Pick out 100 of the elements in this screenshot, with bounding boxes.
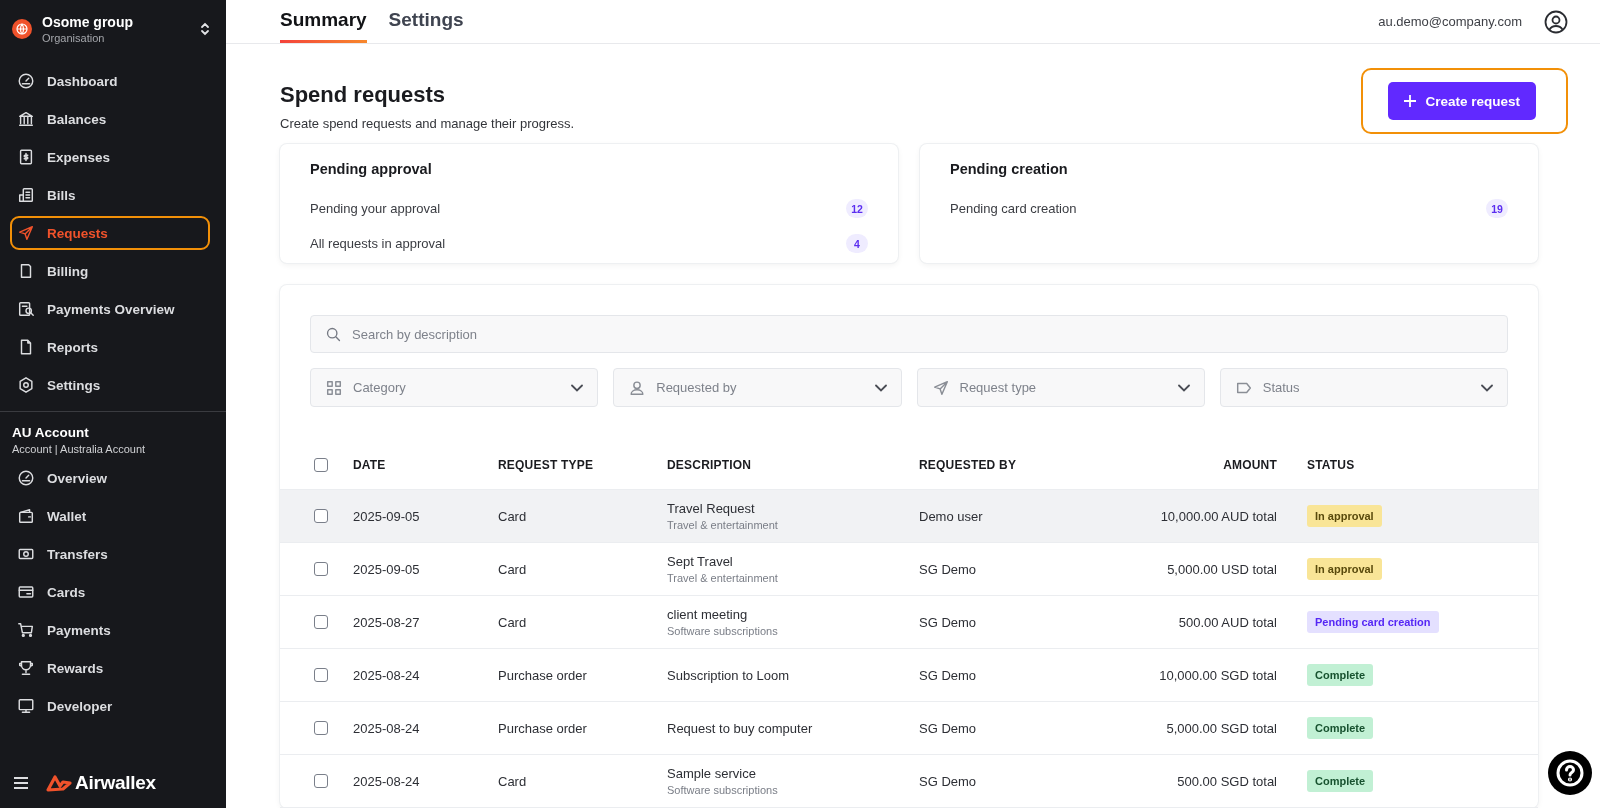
chevron-down-icon — [1481, 383, 1493, 392]
sidebar-item[interactable]: Developer — [10, 689, 210, 723]
filter-input[interactable]: Request type — [959, 369, 1168, 406]
row-checkbox[interactable] — [314, 721, 328, 735]
type-cell-text: Card — [498, 614, 528, 630]
filter-dropdown[interactable]: Requested by — [613, 368, 902, 407]
amount-cell-text: 5,000.00 SGD total — [1165, 720, 1277, 736]
requester-cell-text: Demo user — [919, 508, 984, 524]
requester-cell-text: SG Demo — [919, 561, 978, 577]
count-badge: 4 — [846, 234, 868, 253]
date-cell-text: 2025-08-27 — [353, 614, 421, 630]
count-badge: 12 — [846, 199, 868, 218]
plus-icon — [1404, 95, 1417, 107]
filter-input[interactable]: Category — [353, 369, 562, 406]
row-checkbox[interactable] — [314, 774, 328, 788]
table-row[interactable]: 2025-08-24 Purchase order Request to buy computer SG Demo 5,000.00 SGD total Complete — [280, 702, 1538, 755]
column-header: STATUS — [1307, 457, 1355, 472]
column-header: AMOUNT — [1223, 457, 1277, 472]
report-search-icon — [17, 300, 35, 318]
monitor-icon — [17, 697, 35, 715]
document-icon — [17, 186, 35, 204]
row-checkbox[interactable] — [314, 562, 328, 576]
sidebar-item[interactable]: Balances — [10, 102, 210, 136]
filter-dropdown[interactable]: Request type — [916, 368, 1205, 407]
sidebar-item[interactable]: Reports — [10, 330, 210, 364]
filter-input[interactable]: Requested by — [656, 369, 865, 406]
amount-cell-text: 500.00 SGD total — [1176, 773, 1277, 789]
paper-plane-icon — [17, 224, 35, 242]
column-header: REQUESTED BY — [919, 457, 1017, 472]
sidebar-item[interactable]: Settings — [10, 368, 210, 402]
column-header: DATE — [353, 457, 386, 472]
requester-cell-text: SG Demo — [919, 720, 978, 736]
sidebar-item[interactable]: Requests — [10, 216, 210, 250]
date-cell-text: 2025-08-24 — [353, 720, 421, 736]
type-cell-text: Purchase order — [498, 720, 588, 736]
user-avatar-icon[interactable] — [1544, 9, 1568, 34]
description-cell-text: Sept Travel — [667, 554, 734, 569]
row-checkbox[interactable] — [314, 668, 328, 682]
sidebar-item[interactable]: Overview — [10, 461, 210, 495]
type-cell-text: Card — [498, 773, 528, 789]
summary-label[interactable]: Pending card creation — [950, 201, 1077, 216]
row-checkbox[interactable] — [314, 509, 328, 523]
table-row[interactable]: 2025-08-24 Card Sample service Software subscriptions SG Demo 500.00 SGD total Complete — [280, 755, 1538, 808]
category-label: Travel & entertainment — [667, 519, 779, 531]
card-icon — [17, 583, 35, 601]
chevron-down-icon — [874, 383, 887, 392]
trophy-icon — [17, 659, 35, 677]
description-cell-text: Travel Request — [667, 501, 756, 516]
sidebar-item[interactable]: Cards — [10, 575, 210, 609]
sidebar-item[interactable]: Wallet — [10, 499, 210, 533]
status-badge: Complete — [1307, 770, 1374, 792]
search-icon — [325, 325, 342, 343]
table-row[interactable]: 2025-08-24 Purchase order Subscription to Loom SG Demo 10,000.00 SGD total Complete — [280, 649, 1538, 702]
amount-cell-text: 10,000.00 SGD total — [1158, 667, 1277, 683]
type-cell-text: Purchase order — [498, 667, 588, 683]
status-badge: Complete — [1307, 664, 1374, 686]
sidebar-item[interactable]: Expenses — [10, 140, 210, 174]
help-button[interactable] — [1548, 751, 1592, 795]
create-request-button[interactable]: Create request — [1388, 82, 1536, 120]
table-row[interactable]: 2025-08-27 Card client meeting Software subscriptions SG Demo 500.00 AUD total Pending card creation — [280, 596, 1538, 649]
summary-label[interactable]: Pending your approval — [310, 201, 441, 216]
chevron-up-down-icon[interactable] — [200, 22, 210, 36]
table-row[interactable]: 2025-09-05 Card Sept Travel Travel & entertainment SG Demo 5,000.00 USD total In approval — [280, 543, 1538, 596]
receipt-icon — [17, 148, 35, 166]
tab[interactable]: Summary — [280, 0, 367, 43]
sidebar-item[interactable]: Bills — [10, 178, 210, 212]
globe-icon — [12, 19, 32, 39]
paper-plane-icon — [931, 378, 950, 397]
status-badge: In approval — [1307, 558, 1382, 580]
menu-icon[interactable] — [14, 777, 28, 789]
bank-icon — [17, 110, 35, 128]
description-cell-text: Subscription to Loom — [667, 667, 791, 683]
summary-label[interactable]: All requests in approval — [310, 236, 446, 251]
sidebar-item[interactable]: Payments — [10, 613, 210, 647]
sidebar-item[interactable]: Rewards — [10, 651, 210, 685]
description-cell-text: Request to buy computer — [667, 720, 814, 736]
row-checkbox[interactable] — [314, 615, 328, 629]
amount-cell-text: 5,000.00 USD total — [1166, 561, 1277, 577]
table-row[interactable]: 2025-09-05 Card Travel Request Travel & entertainment Demo user 10,000.00 AUD total In approval — [280, 490, 1538, 543]
cart-icon — [17, 621, 35, 639]
chevron-down-icon — [571, 383, 584, 392]
account-name: AU Account — [12, 425, 90, 440]
category-label: Software subscriptions — [667, 625, 779, 637]
filter-input[interactable]: Status — [1262, 369, 1471, 406]
description-cell-text: Sample service — [667, 766, 757, 781]
requester-cell-text: SG Demo — [919, 614, 978, 630]
sidebar-item[interactable]: Dashboard — [10, 64, 210, 98]
type-cell-text: Card — [498, 508, 528, 524]
sidebar-item[interactable]: Payments Overview — [10, 292, 210, 326]
status-badge: Pending card creation — [1307, 611, 1439, 633]
account-subtitle: Account | Australia Account — [12, 443, 147, 455]
filter-dropdown[interactable]: Status — [1219, 368, 1508, 407]
type-cell-text: Card — [498, 561, 528, 577]
sidebar-item[interactable]: Transfers — [10, 537, 210, 571]
tab[interactable]: Settings — [388, 0, 464, 43]
brand-name: Airwallex — [75, 772, 156, 794]
sidebar-item[interactable]: Billing — [10, 254, 210, 288]
filter-dropdown[interactable]: Category — [310, 368, 599, 407]
select-all-checkbox[interactable] — [314, 457, 328, 472]
card-title: Pending creation — [950, 161, 1069, 177]
